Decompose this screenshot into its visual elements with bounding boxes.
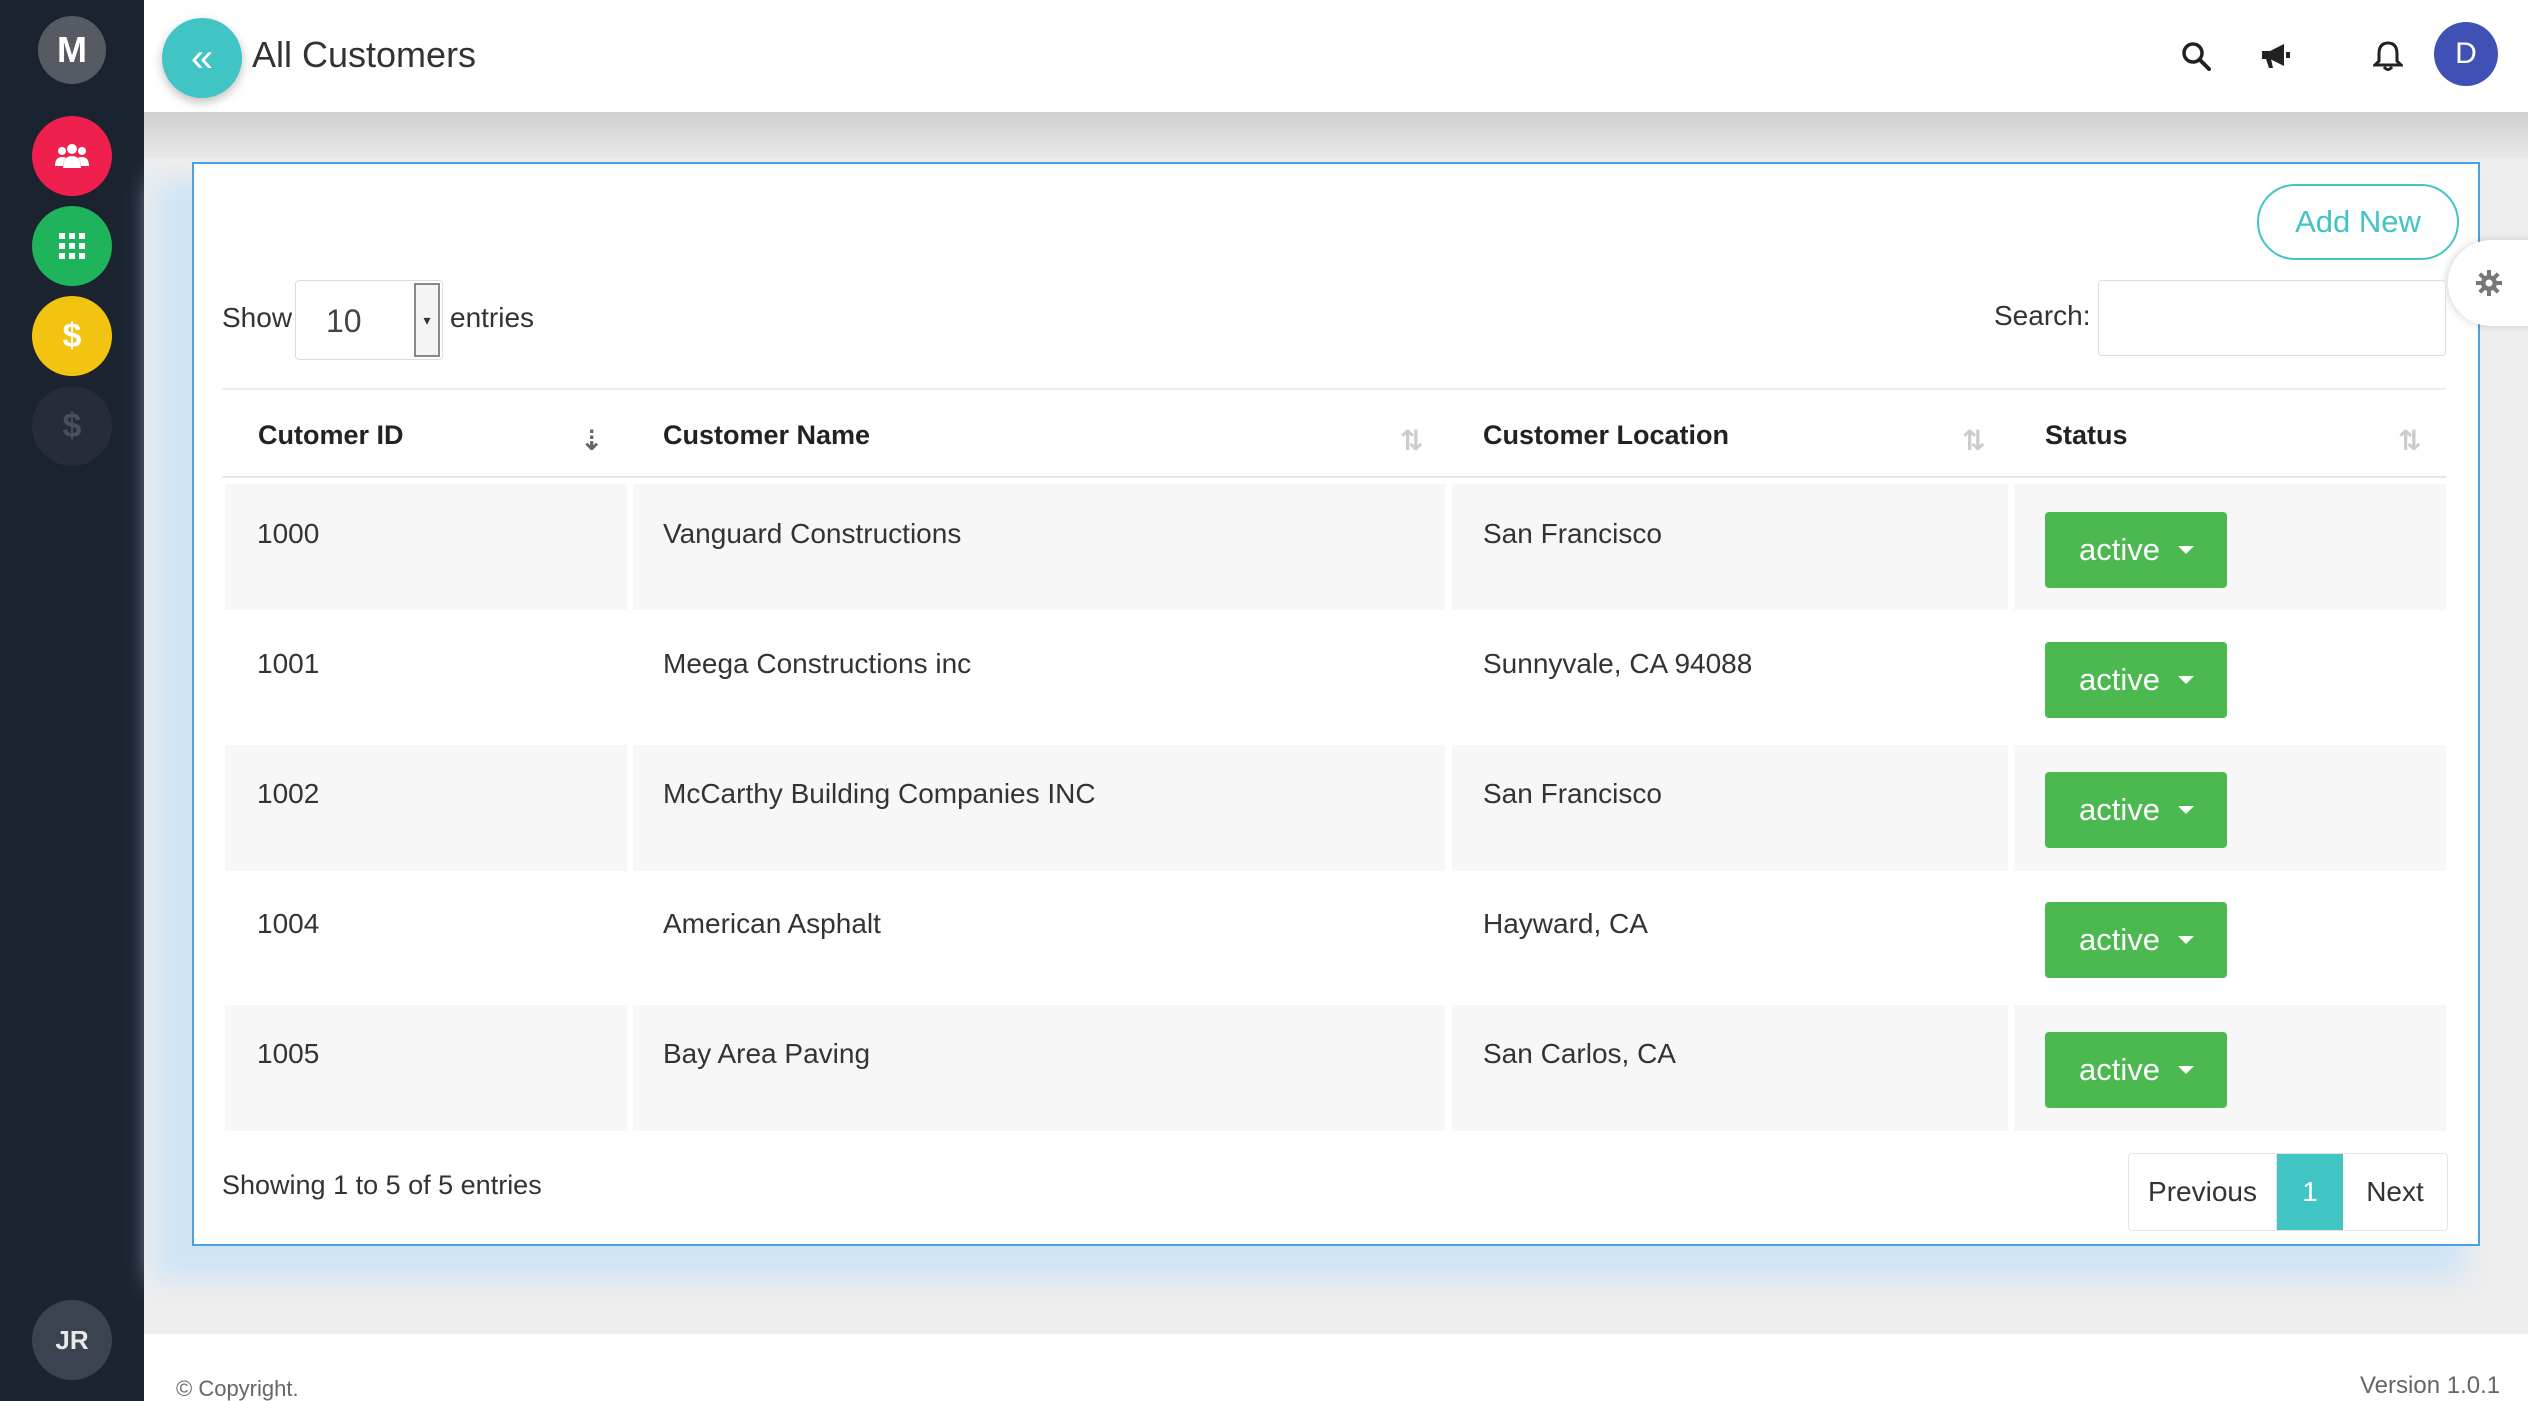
column-header-id[interactable]: Cutomer ID — [258, 420, 404, 451]
cell-customer-name: McCarthy Building Companies INC — [663, 778, 1096, 809]
dropdown-arrow-icon[interactable]: ▾ — [414, 283, 440, 357]
megaphone-icon — [2262, 44, 2290, 68]
cell-customer-location: San Francisco — [1483, 778, 1662, 809]
copyright-text: © Copyright. — [176, 1376, 299, 1401]
add-new-button[interactable]: Add New — [2257, 184, 2459, 260]
apps-grid-icon — [59, 233, 85, 259]
cell-customer-id: 1004 — [257, 908, 320, 939]
previous-page-button[interactable]: Previous — [2129, 1154, 2277, 1230]
sidebar-item-billing[interactable]: $ — [32, 296, 112, 376]
cell-customer-name: Vanguard Constructions — [663, 518, 962, 549]
sidebar: M $ $ JR — [0, 0, 144, 1401]
sidebar-item-payments[interactable]: $ — [32, 386, 112, 466]
table-info: Showing 1 to 5 of 5 entries — [222, 1170, 542, 1200]
caret-down-icon — [2177, 806, 2194, 814]
cell-customer-id: 1005 — [257, 1038, 320, 1069]
page-title: All Customers — [252, 34, 477, 75]
status-dropdown-button[interactable]: active — [2045, 902, 2227, 978]
status-dropdown-button[interactable]: active — [2045, 772, 2227, 848]
cell-customer-name: Meega Constructions inc — [663, 648, 972, 679]
sidebar-item-apps[interactable] — [32, 206, 112, 286]
settings-button[interactable] — [2448, 240, 2528, 326]
search-label: Search: — [1994, 300, 2091, 331]
status-label: active — [2079, 792, 2160, 827]
search-icon — [2182, 42, 2211, 71]
collapse-sidebar-button[interactable]: « — [162, 18, 242, 98]
sidebar-item-customers[interactable] — [32, 116, 112, 196]
footer — [144, 1334, 2528, 1401]
cell-customer-location: Sunnyvale, CA 94088 — [1483, 648, 1753, 679]
entries-per-page-select[interactable]: 10 ▾ — [295, 280, 443, 360]
next-page-button[interactable]: Next — [2343, 1154, 2447, 1230]
bell-icon — [2373, 41, 2403, 71]
column-header-status[interactable]: Status — [2045, 420, 2128, 451]
cell-customer-location: San Carlos, CA — [1483, 1038, 1676, 1069]
entries-label: entries — [450, 302, 535, 333]
sort-desc-icon[interactable]: ⇣ — [580, 424, 603, 457]
users-icon — [55, 144, 89, 168]
header-bottom-border — [222, 476, 2446, 478]
top-header — [144, 0, 2528, 112]
cell-customer-name: Bay Area Paving — [663, 1038, 871, 1069]
sort-icon[interactable]: ⇅ — [1962, 424, 1985, 457]
announcements-button[interactable] — [2256, 36, 2296, 76]
sort-icon[interactable]: ⇅ — [2398, 424, 2421, 457]
status-label: active — [2079, 532, 2160, 567]
status-dropdown-button[interactable]: active — [2045, 642, 2227, 718]
double-chevron-left-icon: « — [190, 35, 214, 80]
cell-customer-id: 1000 — [257, 518, 320, 549]
cell-customer-name: American Asphalt — [663, 908, 881, 939]
status-dropdown-button[interactable]: active — [2045, 1032, 2227, 1108]
header-divider — [144, 112, 2528, 158]
table-top-border — [222, 388, 2446, 390]
entries-value: 10 — [326, 303, 362, 339]
search-button[interactable] — [2176, 36, 2216, 76]
caret-down-icon — [2177, 546, 2194, 554]
user-avatar[interactable]: JR — [32, 1300, 112, 1380]
profile-avatar[interactable]: D — [2434, 22, 2498, 86]
caret-down-icon — [2177, 1066, 2194, 1074]
caret-down-icon — [2177, 936, 2194, 944]
dollar-icon: $ — [62, 406, 82, 445]
status-label: active — [2079, 662, 2160, 697]
status-dropdown-button[interactable]: active — [2045, 512, 2227, 588]
search-input[interactable] — [2098, 280, 2446, 356]
notifications-button[interactable] — [2368, 36, 2408, 76]
cell-customer-location: Hayward, CA — [1483, 908, 1648, 939]
cell-customer-id: 1002 — [257, 778, 320, 809]
app-logo[interactable]: M — [38, 16, 106, 84]
cell-customer-id: 1001 — [257, 648, 320, 679]
status-label: active — [2079, 1052, 2160, 1087]
dollar-icon: $ — [62, 316, 82, 355]
column-header-name[interactable]: Customer Name — [663, 420, 870, 451]
page-1-button[interactable]: 1 — [2277, 1154, 2343, 1230]
gear-icon — [2476, 270, 2502, 296]
sort-icon[interactable]: ⇅ — [1400, 424, 1423, 457]
cell-customer-location: San Francisco — [1483, 518, 1662, 549]
version-text: Version 1.0.1 — [2360, 1372, 2501, 1399]
column-header-location[interactable]: Customer Location — [1483, 420, 1729, 451]
show-label: Show — [222, 302, 293, 333]
pagination: Previous 1 Next — [2128, 1153, 2448, 1231]
status-label: active — [2079, 922, 2160, 957]
caret-down-icon — [2177, 676, 2194, 684]
